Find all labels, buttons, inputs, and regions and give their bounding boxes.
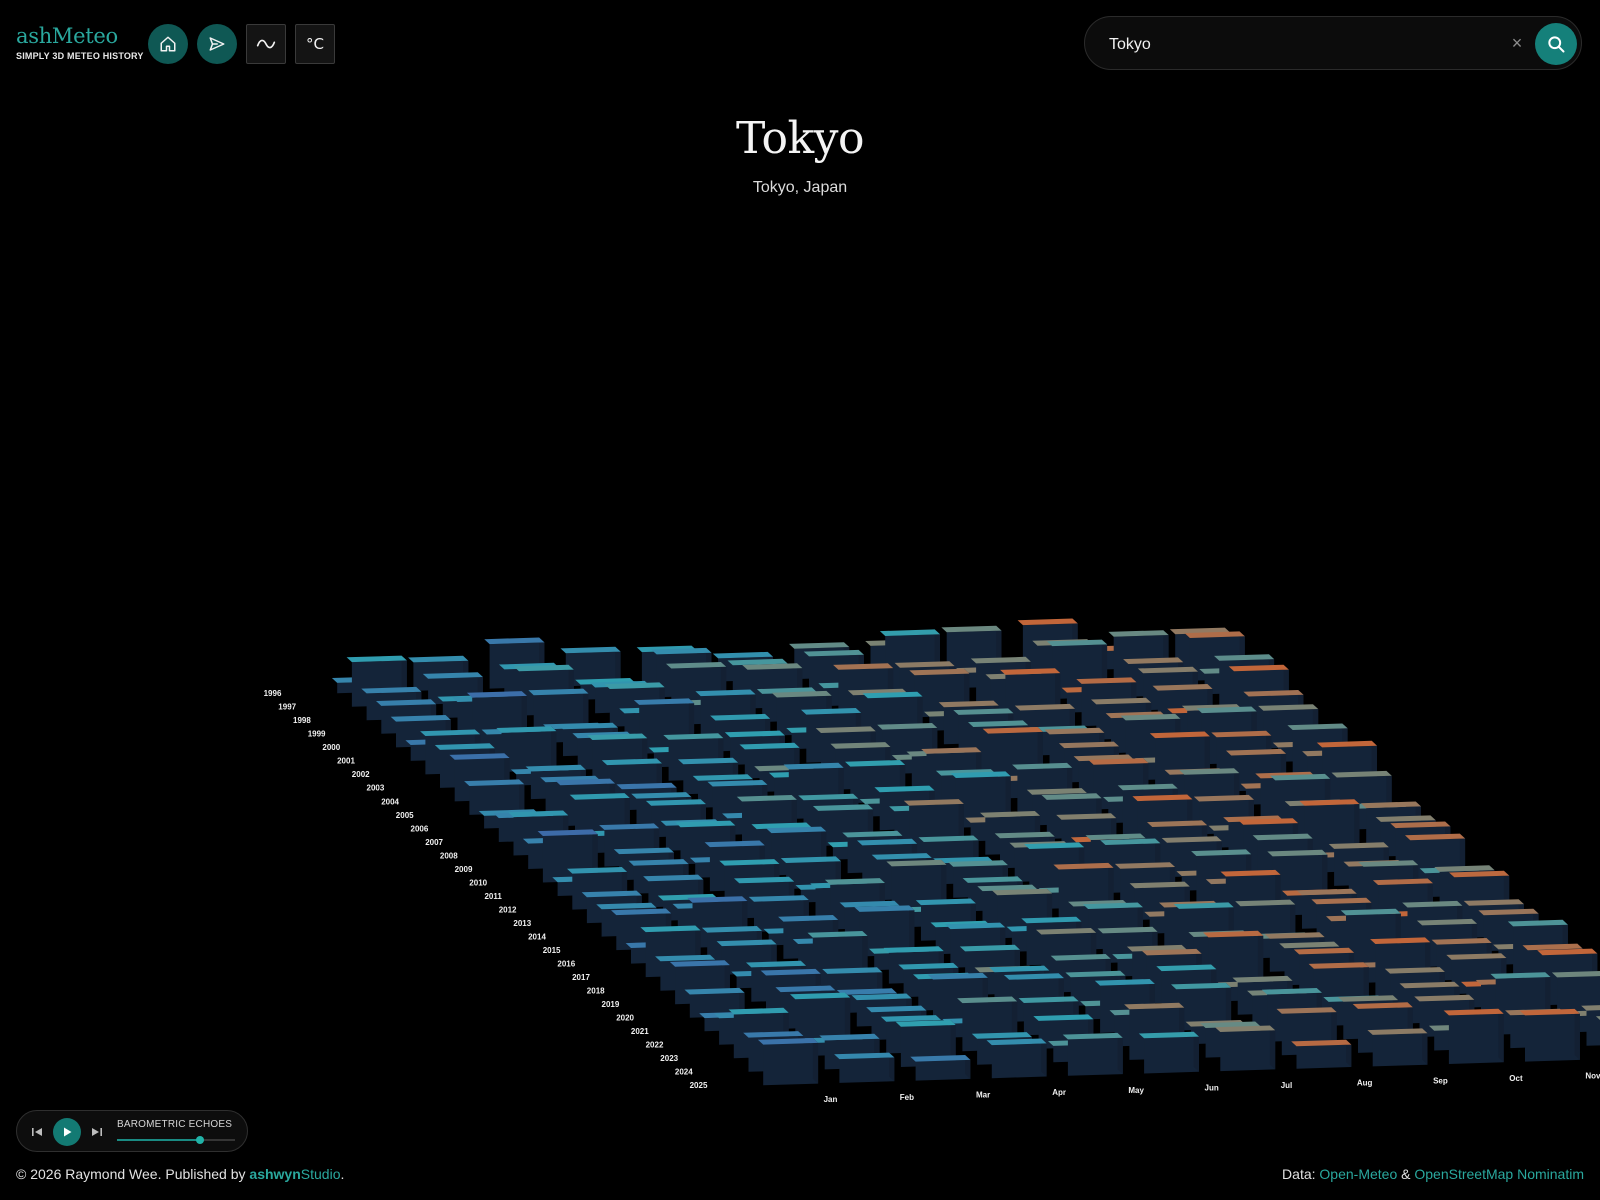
bar-2025-Jun[interactable]	[1138, 1031, 1199, 1074]
search-input[interactable]	[1107, 30, 1491, 60]
month-label: Feb	[900, 1093, 914, 1102]
play-button[interactable]	[53, 1118, 81, 1146]
year-label: 2023	[660, 1054, 678, 1063]
previous-track-icon[interactable]	[29, 1124, 45, 1140]
location-title: Tokyo	[736, 113, 864, 164]
bar-2025-May[interactable]	[1062, 1032, 1123, 1076]
month-label: Jul	[1281, 1081, 1293, 1090]
footer-period: .	[340, 1166, 345, 1182]
bar-2005-Jan[interactable]	[464, 779, 525, 815]
year-label: 2015	[543, 946, 561, 955]
month-label: Apr	[1052, 1088, 1066, 1097]
year-label: 2017	[572, 973, 590, 982]
year-label: 2016	[557, 960, 575, 969]
amp-text: &	[1397, 1166, 1415, 1182]
bar-1999-Mar[interactable]	[528, 688, 589, 730]
year-label: 1997	[278, 703, 296, 712]
next-track-icon[interactable]	[89, 1124, 105, 1140]
year-label: 2019	[602, 1000, 620, 1009]
bar-2025-Oct[interactable]	[1443, 1008, 1504, 1064]
year-label: 1999	[308, 730, 326, 739]
bar-2025-Aug[interactable]	[1291, 1039, 1352, 1069]
unit-toggle-button[interactable]: °C	[295, 24, 335, 64]
year-label: 2018	[587, 987, 605, 996]
year-label: 2005	[396, 811, 414, 820]
footer-data-sources: Data: Open-Meteo & OpenStreetMap Nominat…	[1282, 1166, 1584, 1182]
year-label: 2012	[499, 905, 517, 914]
home-icon	[160, 36, 176, 52]
wave-icon	[256, 39, 276, 49]
track-progress-fill	[117, 1139, 200, 1141]
track-progress-slider[interactable]	[117, 1136, 235, 1144]
year-label: 2007	[425, 838, 443, 847]
play-icon	[64, 1127, 72, 1137]
bar-2025-Nov[interactable]	[1519, 1008, 1580, 1062]
bar-2025-Apr[interactable]	[986, 1038, 1047, 1079]
month-label: Aug	[1357, 1079, 1373, 1088]
bar-2025-Feb[interactable]	[834, 1052, 895, 1083]
search-clear-button[interactable]: ×	[1505, 31, 1529, 55]
data-label: Data:	[1282, 1166, 1320, 1182]
year-label: 2000	[322, 743, 340, 752]
bar-2025-Jul[interactable]	[1215, 1025, 1276, 1072]
studio-name-bold: ashwyn	[249, 1166, 301, 1182]
year-label: 2003	[367, 784, 385, 793]
studio-link[interactable]: ashwynStudio	[249, 1166, 340, 1182]
brand-name: ashMeteo	[16, 24, 118, 48]
month-label: Nov	[1585, 1072, 1600, 1081]
send-icon	[209, 37, 225, 51]
track-progress-knob[interactable]	[195, 1136, 204, 1144]
year-label: 2009	[455, 865, 473, 874]
month-label: Jan	[824, 1095, 838, 1104]
studio-name-light: Studio	[300, 1166, 341, 1182]
year-label: 2002	[352, 770, 370, 779]
year-label: 1996	[264, 689, 282, 698]
bar-2025-Mar[interactable]	[910, 1055, 971, 1081]
copyright-text: © 2026 Raymond Wee. Published by	[16, 1166, 250, 1182]
year-label: 2006	[411, 824, 429, 833]
month-label: Jun	[1205, 1083, 1219, 1092]
brand[interactable]: ashMeteo SIMPLY 3D METEO HISTORY	[16, 24, 144, 61]
open-meteo-link[interactable]: Open-Meteo	[1319, 1166, 1397, 1182]
nominatim-link[interactable]: OpenStreetMap Nominatim	[1414, 1166, 1584, 1182]
year-label: 2022	[646, 1041, 664, 1050]
month-label: Mar	[976, 1091, 990, 1100]
month-label: Sep	[1433, 1076, 1448, 1085]
bar-2025-Jan[interactable]	[757, 1038, 819, 1086]
home-button[interactable]	[148, 24, 188, 64]
year-label: 2024	[675, 1068, 693, 1077]
month-label: May	[1128, 1086, 1144, 1095]
location-subtitle: Tokyo, Japan	[752, 179, 848, 196]
app-root: 1996 1997 1998 1999 2000 2001 2002 2003 2004 2005…	[0, 0, 1600, 1200]
search-bar: ×	[1084, 16, 1582, 70]
year-label: 2004	[381, 797, 399, 806]
year-label: 2020	[616, 1014, 634, 1023]
year-label: 2010	[469, 878, 487, 887]
brand-tagline: SIMPLY 3D METEO HISTORY	[16, 51, 144, 61]
year-label: 2011	[484, 892, 502, 901]
toolbar: °C	[148, 24, 335, 64]
year-label: 2014	[528, 932, 546, 941]
bar-2025-Sep[interactable]	[1367, 1028, 1428, 1067]
search-icon	[1548, 36, 1565, 53]
footer-credits: © 2026 Raymond Wee. Published by ashwynS…	[16, 1166, 344, 1182]
search-button[interactable]	[1535, 23, 1577, 65]
locate-button[interactable]	[197, 24, 237, 64]
track-name: BAROMETRIC ECHOES	[117, 1119, 233, 1130]
year-label: 2001	[337, 757, 355, 766]
month-label: Oct	[1509, 1074, 1523, 1083]
music-player: BAROMETRIC ECHOES	[16, 1110, 248, 1152]
year-label: 2013	[513, 919, 531, 928]
year-label: 2025	[690, 1081, 708, 1090]
mode-toggle-button[interactable]	[246, 24, 286, 64]
year-label: 1998	[293, 716, 311, 725]
year-label: 2021	[631, 1027, 649, 1036]
year-label: 2008	[440, 851, 458, 860]
